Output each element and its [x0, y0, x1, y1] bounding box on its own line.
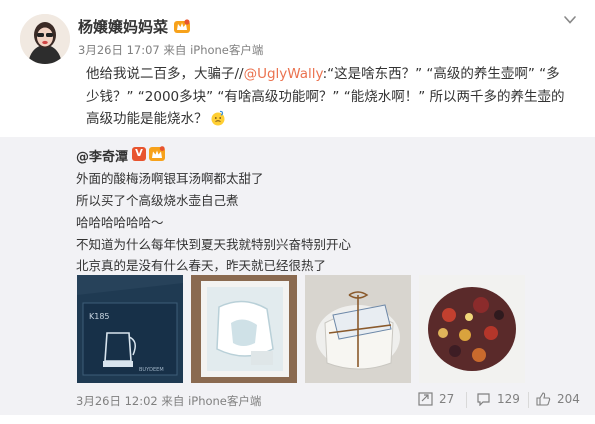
post-meta: 3月26日 17:07 来自 iPhone客户端: [78, 42, 263, 58]
comment-icon: [477, 393, 490, 406]
avatar[interactable]: [20, 14, 70, 64]
mention-link[interactable]: @UglyWally: [244, 66, 323, 82]
repost-button[interactable]: 27: [418, 392, 454, 406]
repost-line: 哈哈哈哈哈哈～: [76, 215, 164, 230]
divider: [528, 392, 529, 408]
photo-dried-fruit-tea[interactable]: [419, 275, 525, 383]
repost-line: 外面的酸梅汤啊银耳汤啊都太甜了: [76, 171, 264, 186]
repost-line: 所以买了个高级烧水壶自己煮: [76, 193, 239, 208]
post-username[interactable]: 杨嬢嬢妈妈菜: [78, 16, 168, 37]
like-icon: [536, 392, 551, 406]
box-brand-label: BUYDEEM: [139, 367, 164, 373]
comment-count: 129: [497, 392, 520, 406]
repost-count: 27: [439, 392, 455, 406]
like-count: 204: [557, 392, 580, 406]
verified-v-icon: V: [132, 147, 146, 161]
divider: [466, 392, 467, 408]
post-text: 他给我说二百多，大骗子//@UglyWally:“这是啥东西？” “高级的养生壶…: [86, 63, 572, 131]
photo-tea-package[interactable]: [305, 275, 411, 383]
repost-source-prefix: 来自: [161, 394, 185, 408]
repost-icon: [418, 392, 433, 406]
repost-username[interactable]: @李奇潭: [76, 146, 128, 165]
chevron-down-icon[interactable]: [562, 14, 578, 26]
repost-source[interactable]: iPhone客户端: [188, 394, 261, 408]
photo-kettle-box[interactable]: K185 BUYDEEM: [77, 275, 183, 383]
post-source-prefix: 来自: [163, 43, 187, 57]
repost-meta: 3月26日 12:02 来自 iPhone客户端: [76, 393, 261, 409]
post-time[interactable]: 3月26日 17:07: [78, 43, 160, 57]
thinking-emoji-icon: [211, 110, 224, 126]
post-source[interactable]: iPhone客户端: [190, 43, 263, 57]
repost-line: 不知道为什么每年快到夏天我就特别兴奋特别开心: [76, 237, 352, 252]
post-text-start: 他给我说二百多，大骗子//: [86, 66, 244, 82]
box-model-label: K185: [89, 312, 110, 321]
vip-badge-icon: [149, 146, 165, 161]
repost-line: 北京真的是没有什么春天，昨天就已经很热了: [76, 258, 327, 273]
comment-button[interactable]: 129: [476, 392, 520, 406]
like-button[interactable]: 204: [536, 392, 580, 406]
crown-badge-icon: [174, 19, 190, 33]
repost-time[interactable]: 3月26日 12:02: [76, 394, 158, 408]
photo-kettle-unboxed[interactable]: [191, 275, 297, 383]
